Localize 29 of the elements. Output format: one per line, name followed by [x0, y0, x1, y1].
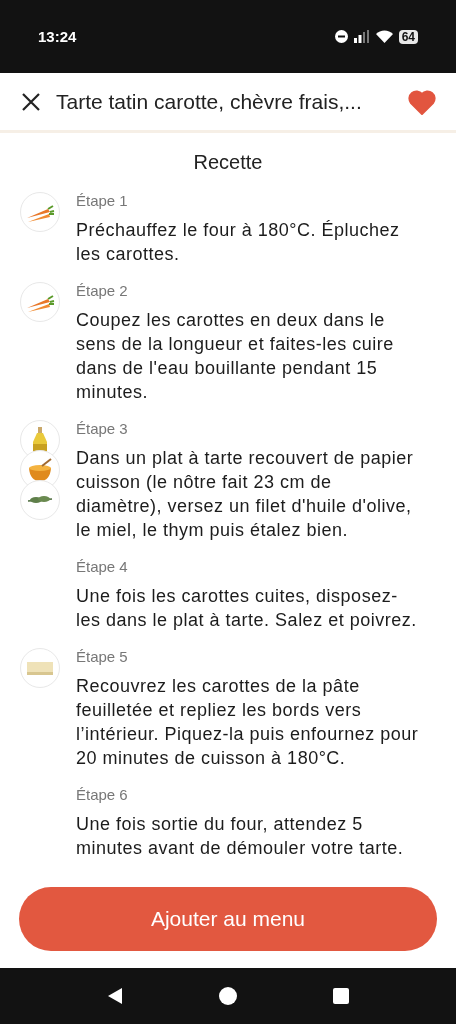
- section-title: Recette: [192, 151, 264, 174]
- status-time: 13:24: [38, 28, 78, 45]
- recents-button[interactable]: [332, 988, 349, 1004]
- back-button[interactable]: [107, 987, 124, 1005]
- step-label: Étape 3: [76, 420, 129, 437]
- recipe-title: Tarte tatin carotte, chèvre frais,...: [56, 89, 363, 114]
- home-button[interactable]: [218, 986, 238, 1006]
- step-text: Une fois les carottes cuites, disposez-les dans le plat à tarte. Salez et poivrez.: [76, 585, 418, 632]
- signal-icon: [353, 30, 370, 43]
- battery-icon: 64: [398, 29, 418, 44]
- step-label: Étape 1: [76, 192, 129, 209]
- step-label: Étape 5: [76, 648, 129, 665]
- step-label: Étape 2: [76, 282, 129, 299]
- step-text: Coupez les carottes en deux dans le sens de la longueur et faites-les cuire dans de l'eau bouillante pendant 15 minutes.: [76, 309, 395, 404]
- do-not-disturb-icon: [334, 30, 348, 43]
- step-text: Préchauffez le four à 180°C. Épluchez les carottes.: [76, 219, 401, 266]
- step-text: Recouvrez les carottes de la pâte feuilletée et repliez les bords vers l’intérieur. Piquez-la puis enfournez pour 20 minutes de cuisson à 180°C.: [76, 675, 420, 770]
- carrot-icon: [20, 282, 60, 322]
- step-label: Étape 4: [76, 558, 129, 575]
- add-to-menu-button[interactable]: Ajouter au menu: [19, 887, 437, 951]
- herb-icon: [20, 480, 60, 520]
- favorite-button[interactable]: [408, 88, 436, 115]
- wifi-icon: [375, 30, 393, 43]
- pastry-sheet-icon: [20, 648, 60, 688]
- step-text: Dans un plat à tarte recouvert de papier cuisson (le nôtre fait 23 cm de diamètre), versez un filet d'huile d'olive, le miel, le thym puis étalez bien.: [76, 447, 415, 542]
- step-label: Étape 6: [76, 786, 129, 803]
- step-text: Une fois sortie du four, attendez 5 minutes avant de démouler votre tarte.: [76, 813, 405, 860]
- close-button[interactable]: [20, 90, 42, 113]
- carrot-icon: [20, 192, 60, 232]
